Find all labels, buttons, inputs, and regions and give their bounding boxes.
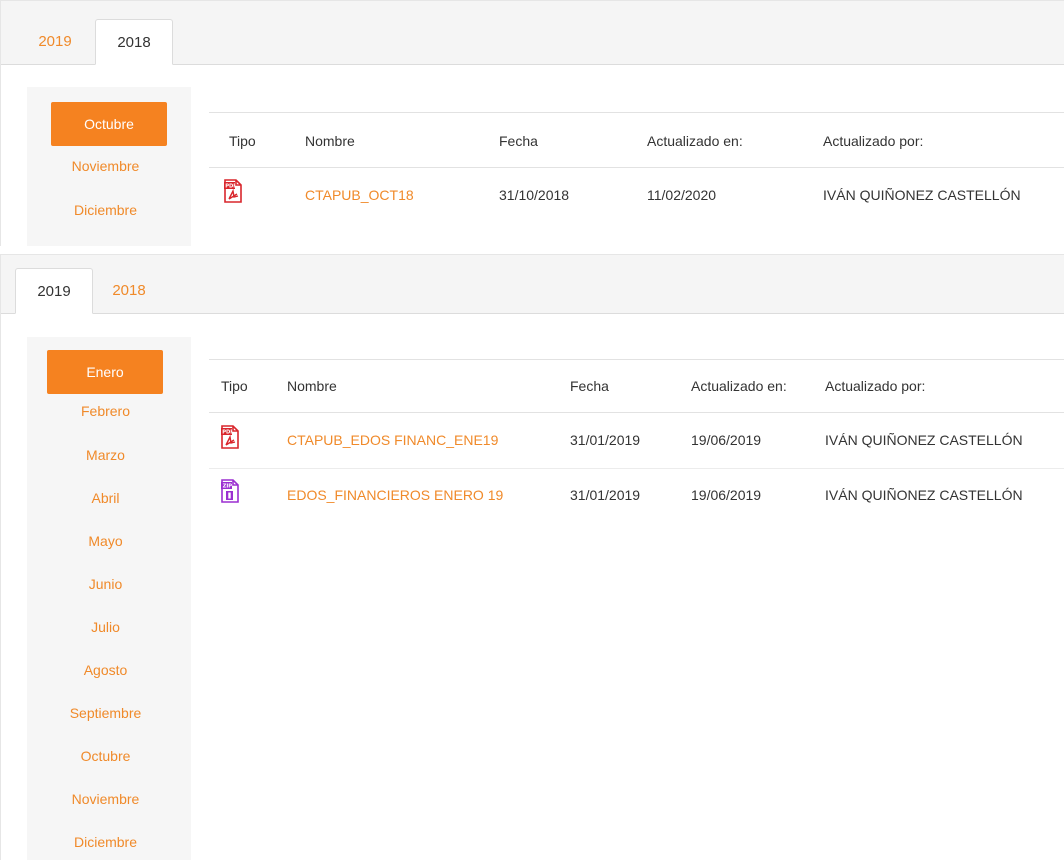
documents-panel-2019: 2019 2018 Enero Febrero Marzo Abril Mayo… xyxy=(0,254,1064,860)
table-row: PDF CTAPUB_OCT18 31/10/2018 11/02/2020 I… xyxy=(209,167,1064,223)
column-header-actualizado-por: Actualizado por: xyxy=(825,378,926,394)
month-item-septiembre[interactable]: Septiembre xyxy=(20,692,191,734)
actualizado-en-cell: 11/02/2020 xyxy=(647,187,717,203)
tab-2018[interactable]: 2018 xyxy=(90,268,168,314)
month-sidebar: Octubre Noviembre Diciembre xyxy=(27,87,191,246)
pdf-icon: PDF xyxy=(224,179,242,203)
column-header-actualizado-en: Actualizado en: xyxy=(647,133,743,149)
table-row: ZIP EDOS_FINANCIEROS ENERO 19 31/01/2019… xyxy=(209,469,1064,525)
table-row: PDF CTAPUB_EDOS FINANC_ENE19 31/01/2019 … xyxy=(209,412,1064,469)
year-tabs: 2019 2018 xyxy=(1,1,1064,65)
month-item-diciembre[interactable]: Diciembre xyxy=(20,821,191,860)
zip-icon: ZIP xyxy=(221,479,239,503)
column-header-fecha: Fecha xyxy=(499,133,538,149)
tab-2019[interactable]: 2019 xyxy=(16,19,94,65)
column-header-fecha: Fecha xyxy=(570,378,609,394)
column-header-nombre: Nombre xyxy=(305,133,355,149)
column-header-actualizado-en: Actualizado en: xyxy=(691,378,787,394)
month-item-febrero[interactable]: Febrero xyxy=(20,390,191,432)
month-item-julio[interactable]: Julio xyxy=(20,606,191,648)
month-item-noviembre[interactable]: Noviembre xyxy=(20,778,191,820)
month-item-junio[interactable]: Junio xyxy=(20,563,191,605)
documents-table: Tipo Nombre Fecha Actualizado en: Actual… xyxy=(209,112,1064,222)
month-item-marzo[interactable]: Marzo xyxy=(20,434,191,476)
document-link[interactable]: EDOS_FINANCIEROS ENERO 19 xyxy=(287,487,503,503)
month-item-octubre[interactable]: Octubre xyxy=(51,102,167,146)
column-header-actualizado-por: Actualizado por: xyxy=(823,133,924,149)
tab-2018[interactable]: 2018 xyxy=(95,19,173,65)
documents-table: Tipo Nombre Fecha Actualizado en: Actual… xyxy=(209,359,1064,539)
month-sidebar: Enero Febrero Marzo Abril Mayo Junio Jul… xyxy=(27,337,191,860)
fecha-cell: 31/10/2018 xyxy=(499,187,570,203)
month-item-diciembre[interactable]: Diciembre xyxy=(20,190,191,234)
table-header: Tipo Nombre Fecha Actualizado en: Actual… xyxy=(209,112,1064,168)
document-link[interactable]: CTAPUB_EDOS FINANC_ENE19 xyxy=(287,432,498,448)
table-header: Tipo Nombre Fecha Actualizado en: Actual… xyxy=(209,359,1064,413)
actualizado-por-cell: IVÁN QUIÑONEZ CASTELLÓN xyxy=(825,432,1023,448)
actualizado-por-cell: IVÁN QUIÑONEZ CASTELLÓN xyxy=(825,487,1023,503)
month-item-noviembre[interactable]: Noviembre xyxy=(20,146,191,190)
month-item-mayo[interactable]: Mayo xyxy=(20,520,191,562)
documents-panel-2018: 2019 2018 Octubre Noviembre Diciembre Ti… xyxy=(0,0,1064,246)
column-header-nombre: Nombre xyxy=(287,378,337,394)
actualizado-en-cell: 19/06/2019 xyxy=(691,487,762,503)
actualizado-en-cell: 19/06/2019 xyxy=(691,432,762,448)
svg-text:ZIP: ZIP xyxy=(223,484,233,490)
month-item-agosto[interactable]: Agosto xyxy=(20,649,191,691)
actualizado-por-cell: IVÁN QUIÑONEZ CASTELLÓN xyxy=(823,187,1021,203)
month-item-abril[interactable]: Abril xyxy=(20,477,191,519)
pdf-icon: PDF xyxy=(221,425,239,449)
year-tabs: 2019 2018 xyxy=(1,255,1064,314)
document-link[interactable]: CTAPUB_OCT18 xyxy=(305,187,414,203)
month-item-enero[interactable]: Enero xyxy=(47,350,163,394)
fecha-cell: 31/01/2019 xyxy=(570,487,641,503)
tab-2019[interactable]: 2019 xyxy=(15,268,93,314)
column-header-tipo: Tipo xyxy=(229,133,256,149)
column-header-tipo: Tipo xyxy=(221,378,248,394)
fecha-cell: 31/01/2019 xyxy=(570,432,641,448)
month-item-octubre[interactable]: Octubre xyxy=(20,735,191,777)
